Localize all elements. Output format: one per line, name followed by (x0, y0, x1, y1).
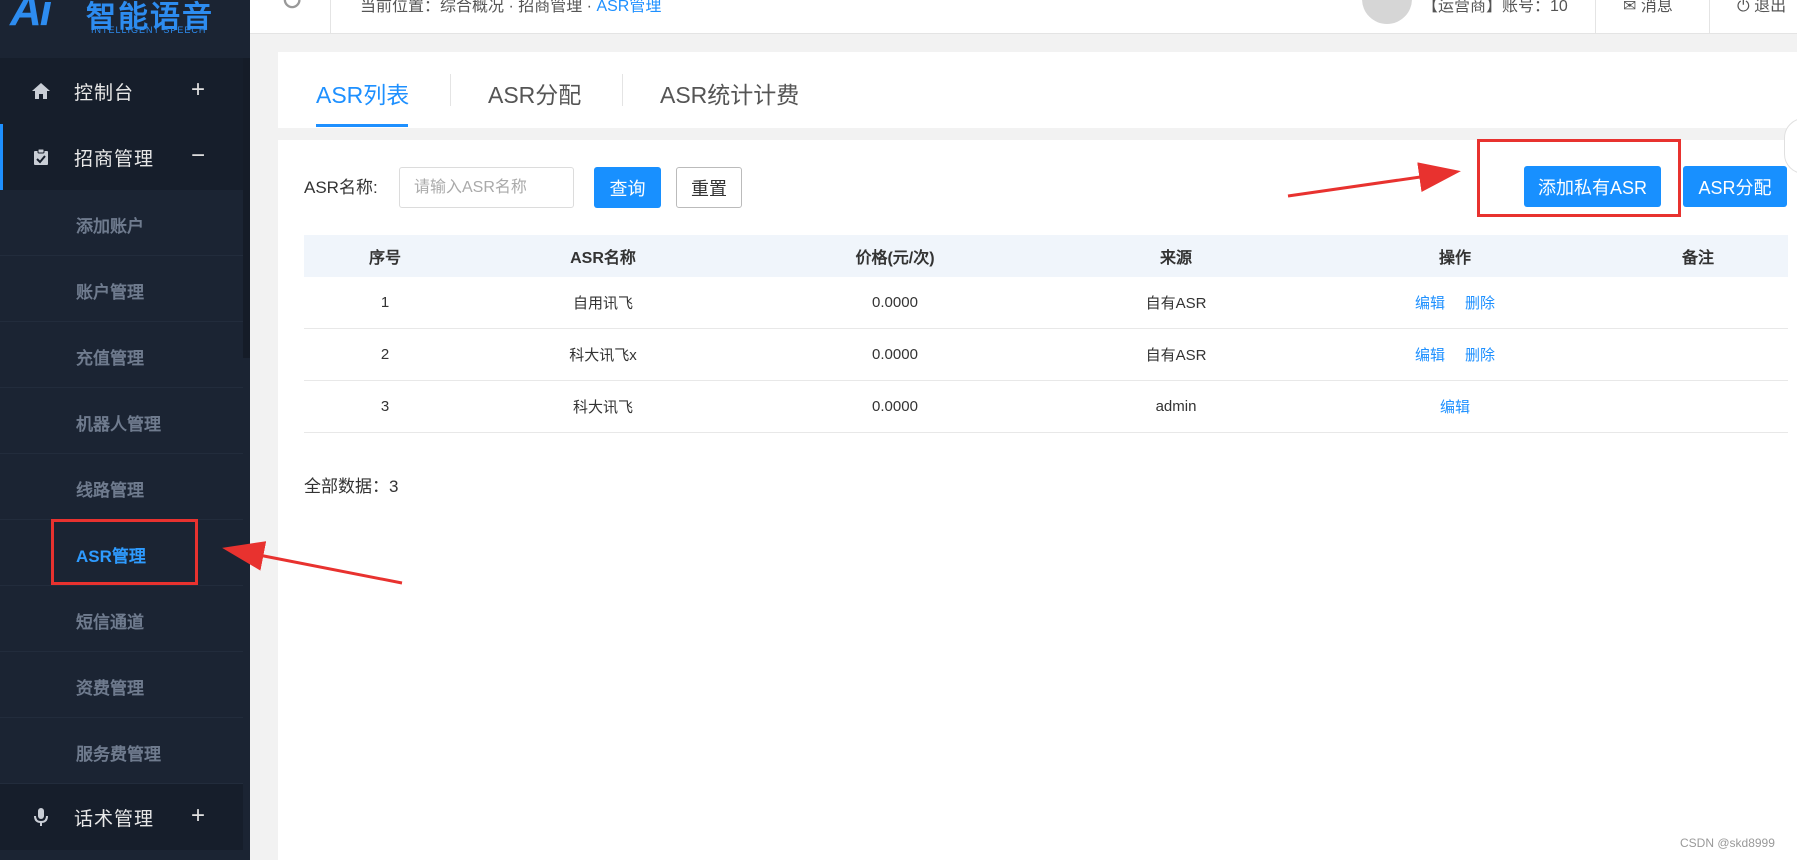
table-header: 序号 ASR名称 价格(元/次) 来源 操作 备注 (304, 235, 1788, 277)
column-header: 操作 (1438, 250, 1471, 267)
logout-link[interactable]: ⏻ 退出 (1737, 0, 1786, 16)
microphone-icon (30, 806, 52, 828)
price: 0.0000 (872, 398, 918, 415)
edit-link[interactable]: 编辑 (1415, 344, 1445, 365)
sidebar: Ai 智能语音 INTELLIGENT SPEECH 控制台 + 招商管理 − … (0, 0, 250, 860)
divider (1709, 0, 1710, 33)
sidebar-item-robot-management[interactable]: 机器人管理 (0, 388, 243, 454)
sidebar-group-merchant[interactable]: 招商管理 − (0, 124, 243, 190)
watermark: CSDN @skd8999 (1680, 836, 1775, 850)
search-label: ASR名称: (304, 178, 378, 197)
home-icon (30, 80, 52, 102)
divider (330, 0, 331, 33)
table-row: 1 自用讯飞 0.0000 自有ASR 编辑 删除 (304, 277, 1788, 329)
sidebar-group-label: 招商管理 (74, 148, 155, 170)
tab-bar: ASR列表 ASR分配 ASR统计计费 (278, 52, 1797, 128)
total-count: 全部数据：3 (304, 477, 399, 496)
edit-link[interactable]: 编辑 (1415, 292, 1445, 313)
avatar[interactable] (1362, 0, 1412, 24)
row-number: 2 (380, 346, 390, 363)
sidebar-item-add-account[interactable]: 添加账户 (0, 190, 243, 256)
column-header: 备注 (1681, 250, 1714, 267)
query-button[interactable]: 查询 (594, 167, 661, 208)
tab-asr-list[interactable]: ASR列表 (316, 76, 409, 110)
collapse-icon[interactable]: − (191, 144, 205, 168)
sidebar-item-account-management[interactable]: 账户管理 (0, 256, 243, 322)
sidebar-item-recharge-management[interactable]: 充值管理 (0, 322, 243, 388)
active-tab-indicator (316, 124, 408, 127)
sidebar-item-service-fee-management[interactable]: 服务费管理 (0, 718, 243, 784)
asr-assign-button[interactable]: ASR分配 (1683, 166, 1787, 207)
table-row: 3 科大讯飞 0.0000 admin 编辑 (304, 381, 1788, 433)
tab-asr-assign[interactable]: ASR分配 (488, 76, 581, 110)
sidebar-group-script[interactable]: 话术管理 + (0, 784, 243, 850)
table-row: 2 科大讯飞x 0.0000 自有ASR 编辑 删除 (304, 329, 1788, 381)
row-actions: 编辑 删除 (1302, 344, 1608, 365)
sidebar-item-line-management[interactable]: 线路管理 (0, 454, 243, 520)
row-number: 3 (380, 398, 390, 415)
annotation-box (1477, 139, 1681, 217)
delete-link[interactable]: 删除 (1465, 344, 1495, 365)
divider (622, 74, 623, 106)
refresh-icon[interactable]: ↻ (280, 0, 303, 17)
edit-link[interactable]: 编辑 (1440, 396, 1470, 417)
asr-name: 自用讯飞 (572, 295, 633, 312)
sidebar-group-label: 话术管理 (74, 808, 155, 830)
source: 自有ASR (1145, 295, 1207, 312)
column-header: 价格(元/次) (855, 250, 935, 267)
divider (450, 74, 451, 106)
source: 自有ASR (1145, 347, 1207, 364)
row-actions: 编辑 (1302, 396, 1608, 417)
delete-link[interactable]: 删除 (1465, 292, 1495, 313)
top-header: ↻ 当前位置：综合概况 · 招商管理 · ASR管理 【运营商】账号：10 ✉ … (250, 0, 1797, 34)
content-panel: ASR名称: 查询 重置 添加私有ASR ASR分配 序号 ASR名称 价格(元… (278, 139, 1797, 860)
asr-name: 科大讯飞x (569, 347, 637, 364)
divider (1595, 0, 1596, 33)
annotation-box (51, 519, 198, 585)
sidebar-item-sms-channel[interactable]: 短信通道 (0, 586, 243, 652)
user-account[interactable]: 【运营商】账号：10 (1422, 0, 1568, 16)
asr-name-input[interactable] (399, 167, 574, 208)
reset-button[interactable]: 重置 (676, 167, 742, 208)
expand-icon[interactable]: + (191, 804, 205, 828)
column-header: 来源 (1159, 250, 1192, 267)
breadcrumb-current[interactable]: ASR管理 (596, 0, 661, 15)
tab-asr-billing[interactable]: ASR统计计费 (660, 76, 799, 110)
sidebar-group-label: 控制台 (74, 82, 135, 104)
messages-link[interactable]: ✉ 消息 (1623, 0, 1673, 16)
sidebar-item-tariff-management[interactable]: 资费管理 (0, 652, 243, 718)
row-number: 1 (380, 294, 390, 311)
sidebar-scrollbar[interactable] (243, 58, 250, 358)
expand-icon[interactable]: + (191, 78, 205, 102)
asr-name: 科大讯飞 (572, 399, 633, 416)
row-actions: 编辑 删除 (1302, 292, 1608, 313)
column-header: 序号 (368, 250, 401, 267)
breadcrumb: 当前位置：综合概况 · 招商管理 · ASR管理 (360, 0, 662, 15)
source: admin (1155, 398, 1197, 415)
asr-table: 序号 ASR名称 价格(元/次) 来源 操作 备注 1 自用讯飞 0.0000 … (304, 235, 1788, 433)
price: 0.0000 (872, 294, 918, 311)
price: 0.0000 (872, 346, 918, 363)
column-header: ASR名称 (570, 250, 636, 267)
sidebar-group-console[interactable]: 控制台 + (0, 58, 243, 124)
logo: Ai 智能语音 INTELLIGENT SPEECH (0, 0, 250, 58)
clipboard-icon (30, 146, 52, 168)
